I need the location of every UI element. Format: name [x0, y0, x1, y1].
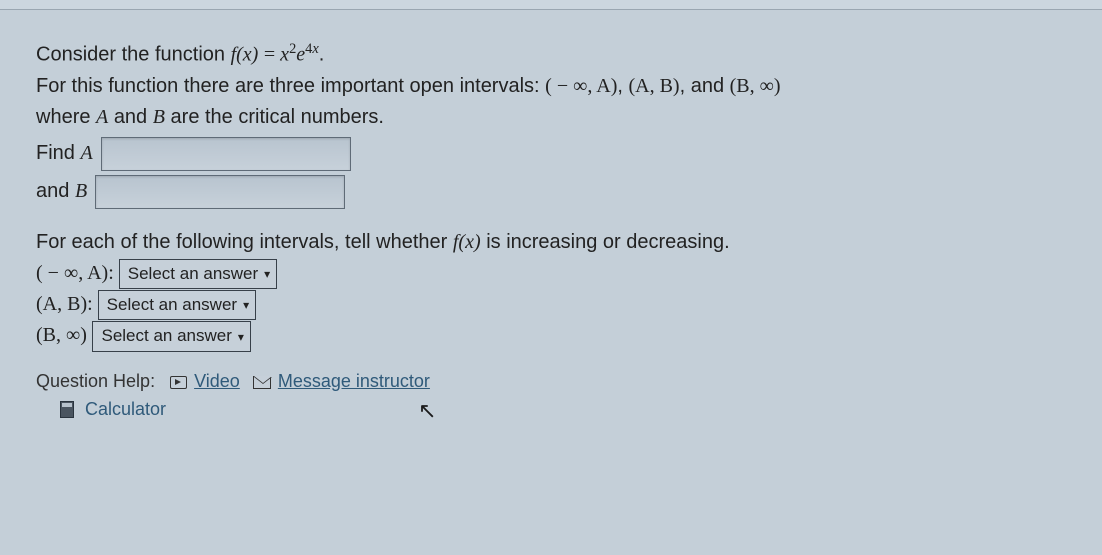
interval-row-3: (B, ∞) Select an answer ▾	[36, 320, 1066, 351]
select-interval-1[interactable]: Select an answer ▾	[119, 259, 277, 289]
select-placeholder: Select an answer	[107, 292, 237, 318]
x-base: x	[280, 44, 289, 66]
interval-row-2: (A, B): Select an answer ▾	[36, 289, 1066, 320]
text: For this function there are three import…	[36, 75, 545, 97]
toolbar-remnant	[0, 0, 1102, 10]
text: where	[36, 106, 96, 128]
and-B-label: and B	[36, 176, 87, 207]
help-label: Question Help:	[36, 371, 155, 391]
text: are the critical numbers.	[171, 106, 384, 128]
text: Consider the function	[36, 44, 231, 66]
problem-line-3: where A and B are the critical numbers.	[36, 102, 1066, 133]
text: is increasing or decreasing.	[486, 231, 729, 253]
chevron-down-icon: ▾	[238, 331, 244, 343]
and-B-row: and B	[36, 175, 1066, 209]
interval-label-1: ( − ∞, A)	[36, 262, 108, 284]
e-base: e	[296, 44, 305, 66]
text: and	[114, 106, 153, 128]
question-body: Consider the function f(x) = x2e4x. For …	[0, 10, 1102, 423]
select-placeholder: Select an answer	[101, 323, 231, 349]
input-B[interactable]	[95, 175, 345, 209]
select-interval-2[interactable]: Select an answer ▾	[98, 290, 256, 320]
question-help: Question Help: Video Message instructor …	[36, 368, 1066, 424]
input-A[interactable]	[101, 137, 351, 171]
calculator-link[interactable]: Calculator	[85, 399, 166, 419]
sep: ,	[617, 75, 628, 97]
interval-label-3: (B, ∞)	[36, 324, 87, 346]
calculator-icon	[60, 401, 74, 418]
mail-icon	[253, 376, 271, 389]
period: .	[319, 44, 325, 66]
message-instructor-link[interactable]: Message instructor	[278, 371, 430, 391]
select-interval-3[interactable]: Select an answer ▾	[92, 321, 250, 351]
interval-label-2: (A, B)	[36, 293, 87, 315]
select-placeholder: Select an answer	[128, 261, 258, 287]
equals: =	[264, 44, 280, 66]
interval-row-1: ( − ∞, A): Select an answer ▾	[36, 258, 1066, 289]
fx: f(x)	[453, 231, 481, 253]
part2-prompt: For each of the following intervals, tel…	[36, 227, 1066, 258]
video-link[interactable]: Video	[194, 371, 240, 391]
problem-line-2: For this function there are three import…	[36, 71, 1066, 102]
sep: , and	[680, 75, 730, 97]
chevron-down-icon: ▾	[264, 268, 270, 280]
fx-lhs: f(x)	[231, 44, 259, 66]
exp-4x: 4x	[305, 41, 319, 57]
find-A-row: Find A	[36, 137, 1066, 171]
chevron-down-icon: ▾	[243, 299, 249, 311]
text: For each of the following intervals, tel…	[36, 231, 453, 253]
B-var: B	[153, 106, 165, 128]
A-var: A	[96, 106, 108, 128]
interval-A-B: (A, B)	[628, 75, 679, 97]
video-icon	[170, 376, 187, 389]
find-A-label: Find A	[36, 138, 93, 169]
problem-line-1: Consider the function f(x) = x2e4x.	[36, 38, 1066, 71]
interval-neg-inf-A: ( − ∞, A)	[545, 75, 617, 97]
interval-B-inf: (B, ∞)	[730, 75, 781, 97]
